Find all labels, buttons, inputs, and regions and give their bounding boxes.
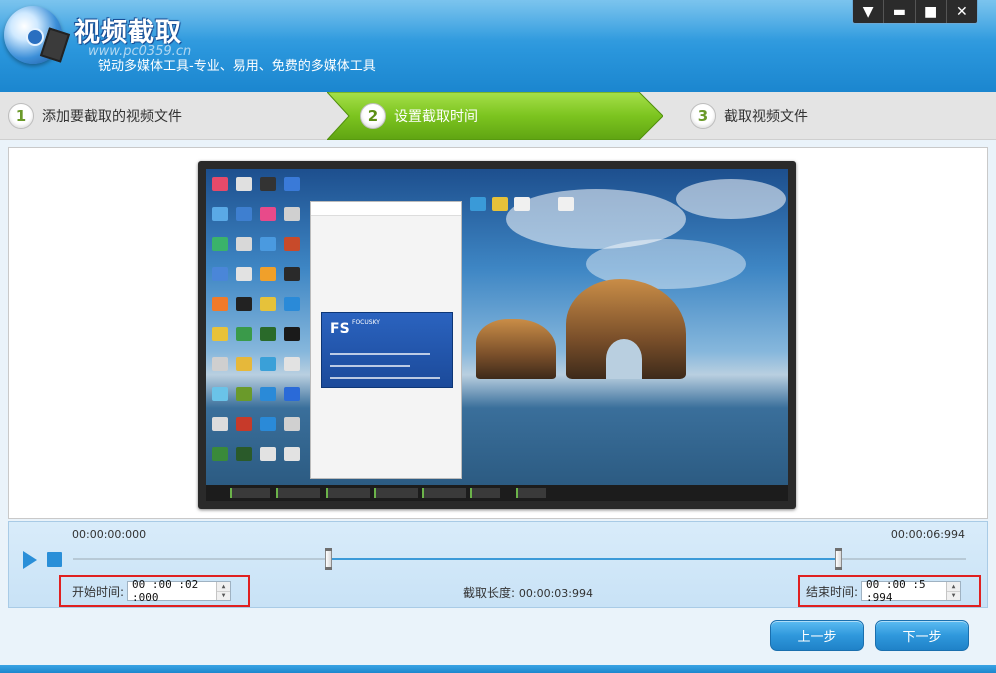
next-step-button[interactable]: 下一步 xyxy=(875,620,969,651)
start-time-value[interactable]: 00 :00 :02 :000 xyxy=(132,578,216,604)
minimize-icon[interactable]: ▬ xyxy=(884,0,916,23)
spin-up-icon[interactable]: ▲ xyxy=(217,582,231,592)
app-header: 视频截取 www.pc0359.cn 锐动多媒体工具-专业、易用、免费的多媒体工… xyxy=(0,0,996,92)
timeline-end-time: 00:00:06:994 xyxy=(890,528,965,541)
step-set-time[interactable]: 2 设置截取时间 xyxy=(360,92,478,140)
timeline-selection xyxy=(329,558,839,560)
step-label: 添加要截取的视频文件 xyxy=(42,109,182,125)
video-player-frame: FS FOCUSKY xyxy=(198,161,796,509)
trim-end-handle[interactable] xyxy=(835,548,842,570)
app-subtitle: 锐动多媒体工具-专业、易用、免费的多媒体工具 xyxy=(98,59,376,74)
spin-down-icon[interactable]: ▼ xyxy=(217,591,231,600)
step-label: 设置截取时间 xyxy=(394,109,478,125)
start-time-spinner[interactable]: ▲ ▼ xyxy=(216,582,231,600)
focusky-splash: FS FOCUSKY xyxy=(321,312,453,388)
clip-length-value: 00:00:03:994 xyxy=(518,587,593,600)
trim-control-panel: 00:00:00:000 00:00:06:994 开始时间: 00 :00 :… xyxy=(8,521,988,608)
end-time-value[interactable]: 00 :00 :5 :994 xyxy=(866,578,946,604)
step-number-badge: 2 xyxy=(360,103,386,129)
spin-down-icon[interactable]: ▼ xyxy=(947,591,961,600)
timeline-start-time: 00:00:00:000 xyxy=(72,528,147,541)
wizard-footer: 上一步 下一步 xyxy=(0,608,996,673)
video-preview-panel: FS FOCUSKY xyxy=(8,147,988,519)
end-time-spinner[interactable]: ▲ ▼ xyxy=(946,582,961,600)
start-time-group: 开始时间: 00 :00 :02 :000 ▲ ▼ xyxy=(59,575,250,607)
step-add-video[interactable]: 1 添加要截取的视频文件 xyxy=(8,92,182,140)
desktop-app-window: FS FOCUSKY xyxy=(310,201,462,479)
wizard-step-bar: 1 添加要截取的视频文件 2 设置截取时间 3 截取视频文件 xyxy=(0,92,996,140)
clip-length: 截取长度: 00:00:03:994 xyxy=(463,584,593,601)
menu-dropdown-icon[interactable]: ▼ xyxy=(853,0,885,23)
start-time-label: 开始时间: xyxy=(72,584,125,599)
step-label: 截取视频文件 xyxy=(724,109,808,125)
trim-start-handle[interactable] xyxy=(325,548,332,570)
clip-length-label: 截取长度: xyxy=(463,586,516,600)
desktop-taskbar xyxy=(206,485,788,501)
stop-icon[interactable] xyxy=(47,552,62,567)
step-number-badge: 1 xyxy=(8,103,34,129)
spin-up-icon[interactable]: ▲ xyxy=(947,582,961,592)
maximize-icon[interactable]: ■ xyxy=(916,0,947,23)
bottom-strip xyxy=(0,665,996,673)
start-time-input[interactable]: 00 :00 :02 :000 ▲ ▼ xyxy=(127,578,232,604)
end-time-group: 结束时间: 00 :00 :5 :994 ▲ ▼ xyxy=(798,575,981,607)
window-controls: ▼ ▬ ■ ✕ xyxy=(852,0,978,24)
end-time-label: 结束时间: xyxy=(806,584,859,599)
previous-step-button[interactable]: 上一步 xyxy=(770,620,864,651)
step-number-badge: 3 xyxy=(690,103,716,129)
end-time-input[interactable]: 00 :00 :5 :994 ▲ ▼ xyxy=(861,578,962,604)
video-frame-image[interactable]: FS FOCUSKY xyxy=(206,169,788,501)
play-icon[interactable] xyxy=(23,551,37,569)
step-cut-video[interactable]: 3 截取视频文件 xyxy=(690,92,808,140)
close-icon[interactable]: ✕ xyxy=(947,0,977,23)
